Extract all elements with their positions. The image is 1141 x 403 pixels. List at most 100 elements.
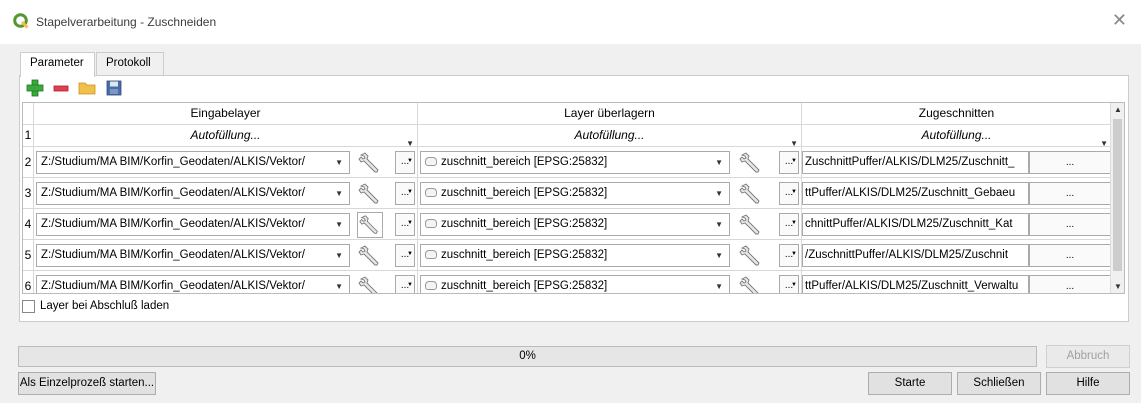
row-number: 5 <box>23 240 34 271</box>
chevron-down-icon: ▼ <box>715 251 723 260</box>
browse-output-button[interactable]: ... <box>1029 213 1111 236</box>
more-options-button[interactable]: ... ▼ <box>395 244 415 267</box>
overlay-layer-cell: zuschnitt_bereich [EPSG:25832] ▼ ... ▼ <box>418 147 802 178</box>
column-header-input-layer[interactable]: Eingabelayer <box>34 103 418 125</box>
browse-output-button[interactable]: ... <box>1029 182 1111 205</box>
overlay-layer-combobox[interactable]: zuschnitt_bereich [EPSG:25832] ▼ <box>420 213 730 236</box>
row-number: 4 <box>23 209 34 240</box>
start-button[interactable]: Starte <box>868 372 952 395</box>
chevron-down-icon: ▼ <box>791 189 797 195</box>
wrench-icon[interactable] <box>738 181 764 207</box>
chevron-down-icon: ▼ <box>407 189 413 195</box>
save-icon[interactable] <box>105 79 123 97</box>
close-button[interactable]: Schließen <box>957 372 1041 395</box>
tab-parameter[interactable]: Parameter <box>20 52 95 77</box>
progress-bar: 0% <box>18 346 1037 367</box>
wrench-icon[interactable] <box>738 274 764 294</box>
scroll-down-icon[interactable]: ▼ <box>1114 282 1122 291</box>
chevron-down-icon: ▼ <box>715 220 723 229</box>
overlay-layer-combobox[interactable]: zuschnitt_bereich [EPSG:25832] ▼ <box>420 275 730 293</box>
wrench-icon[interactable] <box>738 243 764 269</box>
wrench-icon[interactable] <box>357 150 383 176</box>
wrench-icon[interactable] <box>738 212 764 238</box>
output-path-field[interactable]: chnittPuffer/ALKIS/DLM25/Zuschnitt_Kat <box>802 213 1029 236</box>
load-layers-checkbox[interactable] <box>22 300 35 313</box>
browse-output-button[interactable]: ... <box>1029 151 1111 174</box>
chevron-down-icon: ▼ <box>407 158 413 164</box>
chevron-down-icon: ▼ <box>407 220 413 226</box>
input-layer-combobox[interactable]: Z:/Studium/MA BIM/Korfin_Geodaten/ALKIS/… <box>36 182 350 205</box>
clipped-output-cell: chnittPuffer/ALKIS/DLM25/Zuschnitt_Kat .… <box>802 209 1112 240</box>
autofill-clipped[interactable]: Autofüllung... ▼ <box>802 125 1112 148</box>
overlay-layer-combobox[interactable]: zuschnitt_bereich [EPSG:25832] ▼ <box>420 182 730 205</box>
output-path-field[interactable]: ttPuffer/ALKIS/DLM25/Zuschnitt_Verwaltu <box>802 275 1029 293</box>
close-window-icon[interactable]: ✕ <box>1112 10 1127 30</box>
chevron-down-icon: ▼ <box>791 251 797 257</box>
autofill-overlay-layer[interactable]: Autofüllung... ▼ <box>418 125 802 148</box>
tab-protokoll[interactable]: Protokoll <box>96 52 164 75</box>
title-bar: Stapelverarbeitung - Zuschneiden ✕ <box>0 0 1141 44</box>
wrench-icon[interactable] <box>357 212 383 238</box>
clipped-output-cell: ZuschnittPuffer/ALKIS/DLM25/Zuschnitt_ .… <box>802 147 1112 178</box>
more-options-button[interactable]: ... ▼ <box>395 275 415 293</box>
browse-output-button[interactable]: ... <box>1029 275 1111 293</box>
scroll-up-icon[interactable]: ▲ <box>1114 105 1122 114</box>
help-button[interactable]: Hilfe <box>1046 372 1130 395</box>
more-options-button[interactable]: ... ▼ <box>779 244 799 267</box>
wrench-icon[interactable] <box>738 150 764 176</box>
input-layer-combobox[interactable]: Z:/Studium/MA BIM/Korfin_Geodaten/ALKIS/… <box>36 213 350 236</box>
more-options-button[interactable]: ... ▼ <box>779 213 799 236</box>
table-vertical-scrollbar[interactable]: ▲ ▼ <box>1110 103 1124 293</box>
input-layer-combobox[interactable]: Z:/Studium/MA BIM/Korfin_Geodaten/ALKIS/… <box>36 244 350 267</box>
overlay-layer-combobox[interactable]: zuschnitt_bereich [EPSG:25832] ▼ <box>420 151 730 174</box>
clipped-output-cell: /ZuschnittPuffer/ALKIS/DLM25/Zuschnit ..… <box>802 240 1112 271</box>
more-options-button[interactable]: ... ▼ <box>395 182 415 205</box>
output-path-field[interactable]: /ZuschnittPuffer/ALKIS/DLM25/Zuschnit <box>802 244 1029 267</box>
chevron-down-icon: ▼ <box>335 158 343 167</box>
overlay-layer-cell: zuschnitt_bereich [EPSG:25832] ▼ ... ▼ <box>418 271 802 294</box>
corner-header <box>23 103 34 125</box>
column-header-overlay-layer[interactable]: Layer überlagern <box>418 103 802 125</box>
add-row-icon[interactable] <box>26 79 44 97</box>
more-options-button[interactable]: ... ▼ <box>779 151 799 174</box>
batch-table: Eingabelayer Layer überlagern Zugeschnit… <box>22 102 1125 294</box>
more-options-button[interactable]: ... ▼ <box>395 213 415 236</box>
overlay-layer-cell: zuschnitt_bereich [EPSG:25832] ▼ ... ▼ <box>418 178 802 209</box>
row-number: 6 <box>23 271 34 293</box>
open-folder-icon[interactable] <box>78 79 96 97</box>
window-title: Stapelverarbeitung - Zuschneiden <box>36 15 217 29</box>
wrench-icon[interactable] <box>357 243 383 269</box>
scrollbar-thumb[interactable] <box>1113 119 1122 271</box>
chevron-down-icon: ▼ <box>407 251 413 257</box>
wrench-icon[interactable] <box>357 181 383 207</box>
overlay-layer-combobox[interactable]: zuschnitt_bereich [EPSG:25832] ▼ <box>420 244 730 267</box>
overlay-layer-cell: zuschnitt_bereich [EPSG:25832] ▼ ... ▼ <box>418 209 802 240</box>
output-path-field[interactable]: ZuschnittPuffer/ALKIS/DLM25/Zuschnitt_ <box>802 151 1029 174</box>
input-layer-cell: Z:/Studium/MA BIM/Korfin_Geodaten/ALKIS/… <box>34 147 418 178</box>
wrench-icon[interactable] <box>357 274 383 294</box>
output-path-field[interactable]: ttPuffer/ALKIS/DLM25/Zuschnitt_Gebaeu <box>802 182 1029 205</box>
cancel-button[interactable]: Abbruch <box>1046 345 1130 368</box>
browse-output-button[interactable]: ... <box>1029 244 1111 267</box>
column-header-clipped[interactable]: Zugeschnitten <box>802 103 1112 125</box>
qgis-logo-icon <box>13 13 29 29</box>
autofill-input-layer[interactable]: Autofüllung... ▼ <box>34 125 418 148</box>
more-options-button[interactable]: ... ▼ <box>779 182 799 205</box>
chevron-down-icon: ▼ <box>335 282 343 291</box>
more-options-button[interactable]: ... ▼ <box>779 275 799 293</box>
input-layer-cell: Z:/Studium/MA BIM/Korfin_Geodaten/ALKIS/… <box>34 240 418 271</box>
polygon-layer-icon <box>425 188 437 197</box>
progress-text: 0% <box>519 350 536 362</box>
load-layers-label: Layer bei Abschluß laden <box>40 300 170 312</box>
input-layer-combobox[interactable]: Z:/Studium/MA BIM/Korfin_Geodaten/ALKIS/… <box>36 275 350 293</box>
batch-processing-dialog: Stapelverarbeitung - Zuschneiden ✕ Param… <box>0 0 1141 403</box>
chevron-down-icon: ▼ <box>335 189 343 198</box>
overlay-layer-cell: zuschnitt_bereich [EPSG:25832] ▼ ... ▼ <box>418 240 802 271</box>
run-single-button[interactable]: Als Einzelprozeß starten... <box>18 372 156 395</box>
input-layer-combobox[interactable]: Z:/Studium/MA BIM/Korfin_Geodaten/ALKIS/… <box>36 151 350 174</box>
chevron-down-icon: ▼ <box>715 282 723 291</box>
remove-row-icon[interactable] <box>52 79 70 97</box>
polygon-layer-icon <box>425 250 437 259</box>
more-options-button[interactable]: ... ▼ <box>395 151 415 174</box>
polygon-layer-icon <box>425 281 437 290</box>
